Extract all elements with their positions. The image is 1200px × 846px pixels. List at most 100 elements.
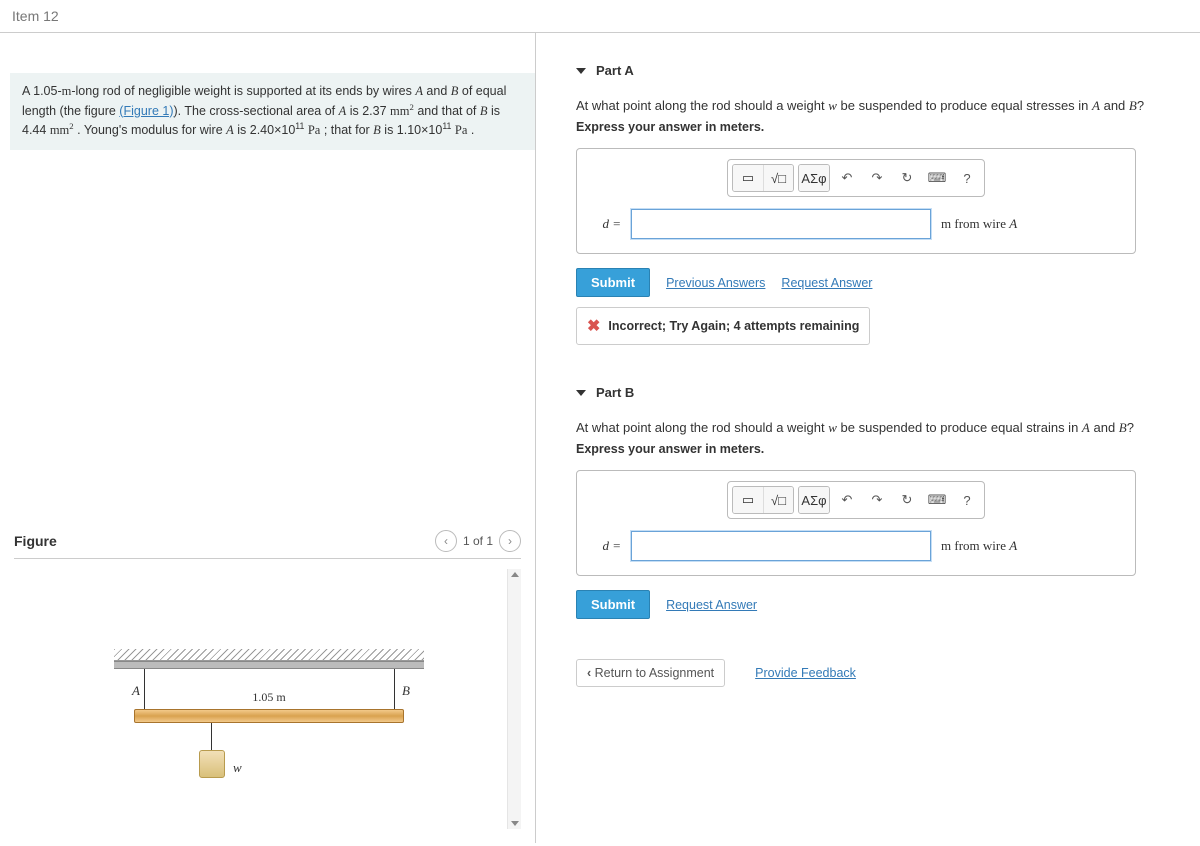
t: m — [941, 538, 951, 553]
t: -long rod of negligible weight is suppor… — [71, 84, 415, 98]
keyboard-icon[interactable]: ⌨ — [924, 487, 950, 513]
t: At what point along the rod should a wei… — [576, 98, 828, 113]
part-a-input[interactable] — [631, 209, 931, 239]
redo-icon[interactable]: ↷ — [864, 487, 890, 513]
next-figure-button[interactable]: › — [499, 530, 521, 552]
templates-icon[interactable]: ▭ — [733, 165, 763, 191]
part-b-instruction: Express your answer in meters. — [576, 442, 1180, 456]
t: m — [941, 216, 951, 231]
t: A — [1009, 216, 1017, 231]
figure-count: 1 of 1 — [463, 534, 493, 548]
radical-icon[interactable]: √□ — [763, 165, 793, 191]
templates-icon[interactable]: ▭ — [733, 487, 763, 513]
part-a-submit-button[interactable]: Submit — [576, 268, 650, 297]
var-B: B — [373, 123, 381, 137]
figure-length: 1.05 m — [252, 690, 285, 705]
t: w — [828, 420, 837, 435]
redo-icon[interactable]: ↷ — [864, 165, 890, 191]
help-icon[interactable]: ? — [954, 487, 980, 513]
greek-button[interactable]: ΑΣφ — [799, 165, 829, 191]
t: w — [828, 98, 837, 113]
t: and — [1100, 98, 1129, 113]
t: A — [1092, 98, 1100, 113]
problem-statement: A 1.05-m-long rod of negligible weight i… — [10, 73, 535, 150]
t: ). The cross-sectional area of — [173, 104, 338, 118]
right-column: Part A At what point along the rod shoul… — [536, 33, 1200, 843]
equation-toolbar: ▭ √□ ΑΣφ ↶ ↷ ↻ ⌨ ? — [727, 481, 985, 519]
keyboard-icon[interactable]: ⌨ — [924, 165, 950, 191]
part-a-variable: d = — [591, 216, 621, 232]
t: ? — [1137, 98, 1144, 113]
t: mm — [50, 123, 69, 137]
reset-icon[interactable]: ↻ — [894, 165, 920, 191]
feedback-text: Incorrect; Try Again; 4 attempts remaini… — [608, 319, 859, 333]
t: At what point along the rod should a wei… — [576, 420, 828, 435]
collapse-part-a-icon[interactable] — [576, 68, 586, 74]
t: . — [467, 123, 474, 137]
help-icon[interactable]: ? — [954, 165, 980, 191]
t: and — [1090, 420, 1119, 435]
var-A: A — [415, 84, 423, 98]
t: ; that for — [320, 123, 373, 137]
previous-answers-link[interactable]: Previous Answers — [666, 276, 765, 290]
figure-pager: ‹ 1 of 1 › — [435, 530, 521, 552]
t: B — [1129, 98, 1137, 113]
radical-icon[interactable]: √□ — [763, 487, 793, 513]
collapse-part-b-icon[interactable] — [576, 390, 586, 396]
figure-diagram: A B 1.05 m w — [114, 649, 424, 723]
t: A — [1009, 538, 1017, 553]
figure-title: Figure — [14, 533, 57, 549]
t: A — [1082, 420, 1090, 435]
figure-scrollbar[interactable] — [507, 569, 521, 829]
return-to-assignment-button[interactable]: Return to Assignment — [576, 659, 725, 687]
part-a-feedback: ✖ Incorrect; Try Again; 4 attempts remai… — [576, 307, 870, 345]
t: is 2.37 — [346, 104, 390, 118]
part-b-question: At what point along the rod should a wei… — [576, 420, 1180, 436]
main-layout: A 1.05-m-long rod of negligible weight i… — [0, 33, 1200, 843]
t: mm — [390, 104, 409, 118]
figure-link[interactable]: (Figure 1) — [119, 104, 173, 118]
t: and — [423, 84, 451, 98]
part-a-question: At what point along the rod should a wei… — [576, 98, 1180, 114]
part-b-title: Part B — [596, 385, 634, 400]
prev-figure-button[interactable]: ‹ — [435, 530, 457, 552]
t: Pa — [455, 123, 468, 137]
equation-toolbar: ▭ √□ ΑΣφ ↶ ↷ ↻ ⌨ ? — [727, 159, 985, 197]
t: A 1.05- — [22, 84, 62, 98]
t: is 1.10×10 — [381, 123, 443, 137]
part-a-unit: m from wire A — [941, 216, 1017, 232]
left-column: A 1.05-m-long rod of negligible weight i… — [0, 33, 535, 843]
t: from wire — [951, 216, 1009, 231]
part-b-unit: m from wire A — [941, 538, 1017, 554]
part-b-input[interactable] — [631, 531, 931, 561]
part-a-answer-box: ▭ √□ ΑΣφ ↶ ↷ ↻ ⌨ ? d = m from w — [576, 148, 1136, 254]
var-B: B — [480, 104, 488, 118]
part-a-title: Part A — [596, 63, 634, 78]
part-b-answer-box: ▭ √□ ΑΣφ ↶ ↷ ↻ ⌨ ? d = m from w — [576, 470, 1136, 576]
t: . Young's modulus for wire — [74, 123, 226, 137]
undo-icon[interactable]: ↶ — [834, 165, 860, 191]
part-b-variable: d = — [591, 538, 621, 554]
t: and that of — [414, 104, 480, 118]
t: 11 — [442, 121, 451, 131]
t: Pa — [308, 123, 321, 137]
figure-w-label: w — [233, 760, 242, 776]
t: from wire — [951, 538, 1009, 553]
t: be suspended to produce equal strains in — [837, 420, 1082, 435]
part-b: Part B At what point along the rod shoul… — [576, 385, 1180, 619]
page-title: Item 12 — [0, 0, 1200, 33]
reset-icon[interactable]: ↻ — [894, 487, 920, 513]
request-answer-b-link[interactable]: Request Answer — [666, 598, 757, 612]
greek-button[interactable]: ΑΣφ — [799, 487, 829, 513]
request-answer-a-link[interactable]: Request Answer — [781, 276, 872, 290]
part-b-submit-button[interactable]: Submit — [576, 590, 650, 619]
t: m — [62, 84, 72, 98]
part-a-instruction: Express your answer in meters. — [576, 120, 1180, 134]
figure-weight — [199, 750, 225, 778]
part-a: Part A At what point along the rod shoul… — [576, 63, 1180, 345]
figure-label-B: B — [402, 683, 410, 699]
figure-body: A B 1.05 m w — [14, 569, 521, 829]
t: is 2.40×10 — [234, 123, 296, 137]
undo-icon[interactable]: ↶ — [834, 487, 860, 513]
provide-feedback-link[interactable]: Provide Feedback — [755, 666, 856, 680]
